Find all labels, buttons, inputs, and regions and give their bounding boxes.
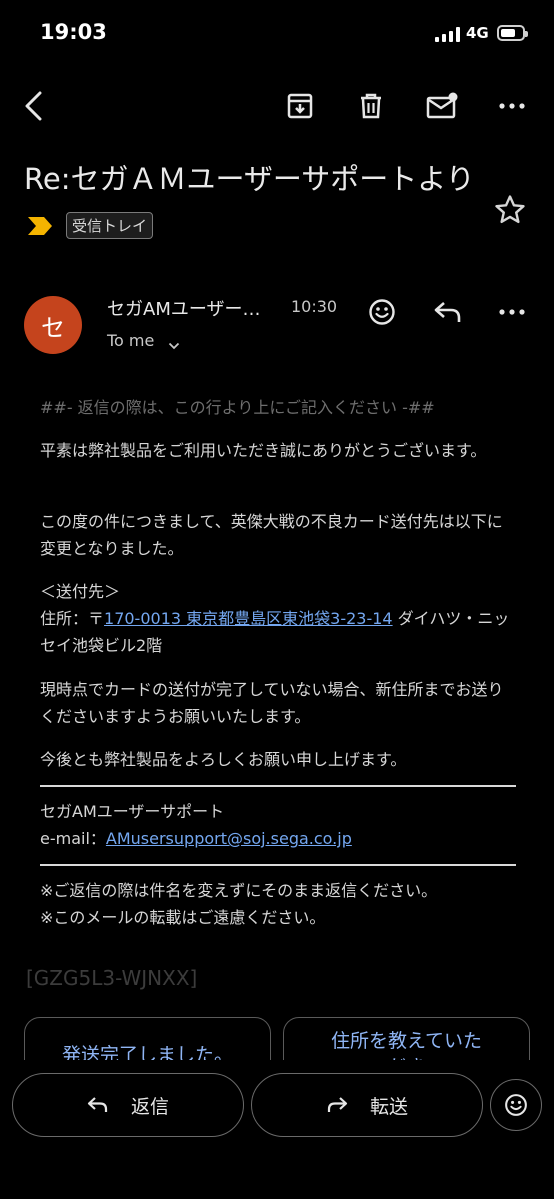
reply-icon <box>87 1097 108 1112</box>
smiley-icon <box>505 1094 527 1116</box>
archive-button[interactable] <box>280 86 320 126</box>
battery-icon <box>497 25 528 41</box>
body-paragraph-2: この度の件につきまして、英傑大戦の不良カード送付先は以下に変更となりました。 <box>40 512 503 558</box>
trash-icon <box>361 93 381 119</box>
email-subject: Re:セガＡＭユーザーサポートより <box>24 162 475 196</box>
trace-code: [GZG5L3-WJNXX] <box>26 966 198 990</box>
address-link[interactable]: 170-0013 東京都豊島区東池袋3-23-14 <box>104 609 393 628</box>
signature-name: セガAMユーザーサポート <box>40 802 225 821</box>
reply-action-button[interactable]: 返信 <box>12 1073 244 1137</box>
divider <box>40 864 516 866</box>
delete-button[interactable] <box>351 86 391 126</box>
message-more-button[interactable] <box>492 292 532 332</box>
more-horizontal-icon <box>499 309 525 315</box>
email-prefix: e-mail： <box>40 829 106 848</box>
sender-name[interactable]: セガAMユーザー… <box>107 295 260 321</box>
notes-block: ※ご返信の際は件名を変えずにそのまま返信ください。 ※このメールの転載はご遠慮く… <box>40 877 520 931</box>
signature-block: セガAMユーザーサポート e-mail：AMusersupport@soj.se… <box>40 798 520 852</box>
reply-separator: ##- 返信の際は、この行より上にご記入ください -## <box>40 398 435 417</box>
star-icon <box>495 195 525 224</box>
reply-icon <box>434 302 461 322</box>
reply-button[interactable] <box>428 292 468 332</box>
reply-label: 返信 <box>130 1095 169 1118</box>
more-options-button[interactable] <box>492 86 532 126</box>
divider <box>40 785 516 787</box>
support-email-link[interactable]: AMusersupport@soj.sega.co.jp <box>106 829 352 848</box>
body-paragraph-4: 今後とも弊社製品をよろしくお願い申し上げます。 <box>40 750 407 769</box>
body-paragraph-3: 現時点でカードの送付が完了していない場合、新住所までお送りくださいますようお願い… <box>40 680 504 726</box>
emoji-reaction-button[interactable] <box>490 1079 542 1131</box>
note-2: ※このメールの転載はご遠慮ください。 <box>40 908 326 927</box>
network-type: 4G <box>466 24 489 42</box>
back-button[interactable] <box>14 86 54 126</box>
archive-icon <box>287 93 313 119</box>
status-time: 19:03 <box>40 20 107 44</box>
smiley-icon <box>369 299 395 325</box>
forward-icon <box>327 1097 348 1112</box>
inbox-label[interactable]: 受信トレイ <box>66 212 154 239</box>
note-1: ※ご返信の際は件名を変えずにそのまま返信ください。 <box>40 881 438 900</box>
emoji-react-button[interactable] <box>362 292 402 332</box>
sender-avatar[interactable]: セ <box>24 296 82 354</box>
forward-action-button[interactable]: 転送 <box>251 1073 483 1137</box>
sent-time: 10:30 <box>291 297 338 316</box>
mark-unread-button[interactable] <box>422 86 462 126</box>
body-paragraph-1: 平素は弊社製品をご利用いただき誠にありがとうございます。 <box>40 441 487 460</box>
recipient-details[interactable]: To me <box>107 331 154 350</box>
importance-marker-icon[interactable] <box>26 216 54 240</box>
signal-strength-icon <box>435 27 461 42</box>
address-prefix: 住所：〒 <box>40 609 105 628</box>
star-button[interactable] <box>493 193 527 231</box>
more-horizontal-icon <box>499 103 525 109</box>
mail-unread-icon <box>426 92 458 119</box>
address-header: ＜送付先＞ <box>40 582 121 601</box>
address-block: ＜送付先＞ 住所：〒170-0013 東京都豊島区東池袋3-23-14 ダイハツ… <box>40 578 520 659</box>
chevron-down-icon[interactable] <box>168 335 180 354</box>
back-arrow-icon <box>25 91 42 121</box>
forward-label: 転送 <box>369 1095 408 1118</box>
